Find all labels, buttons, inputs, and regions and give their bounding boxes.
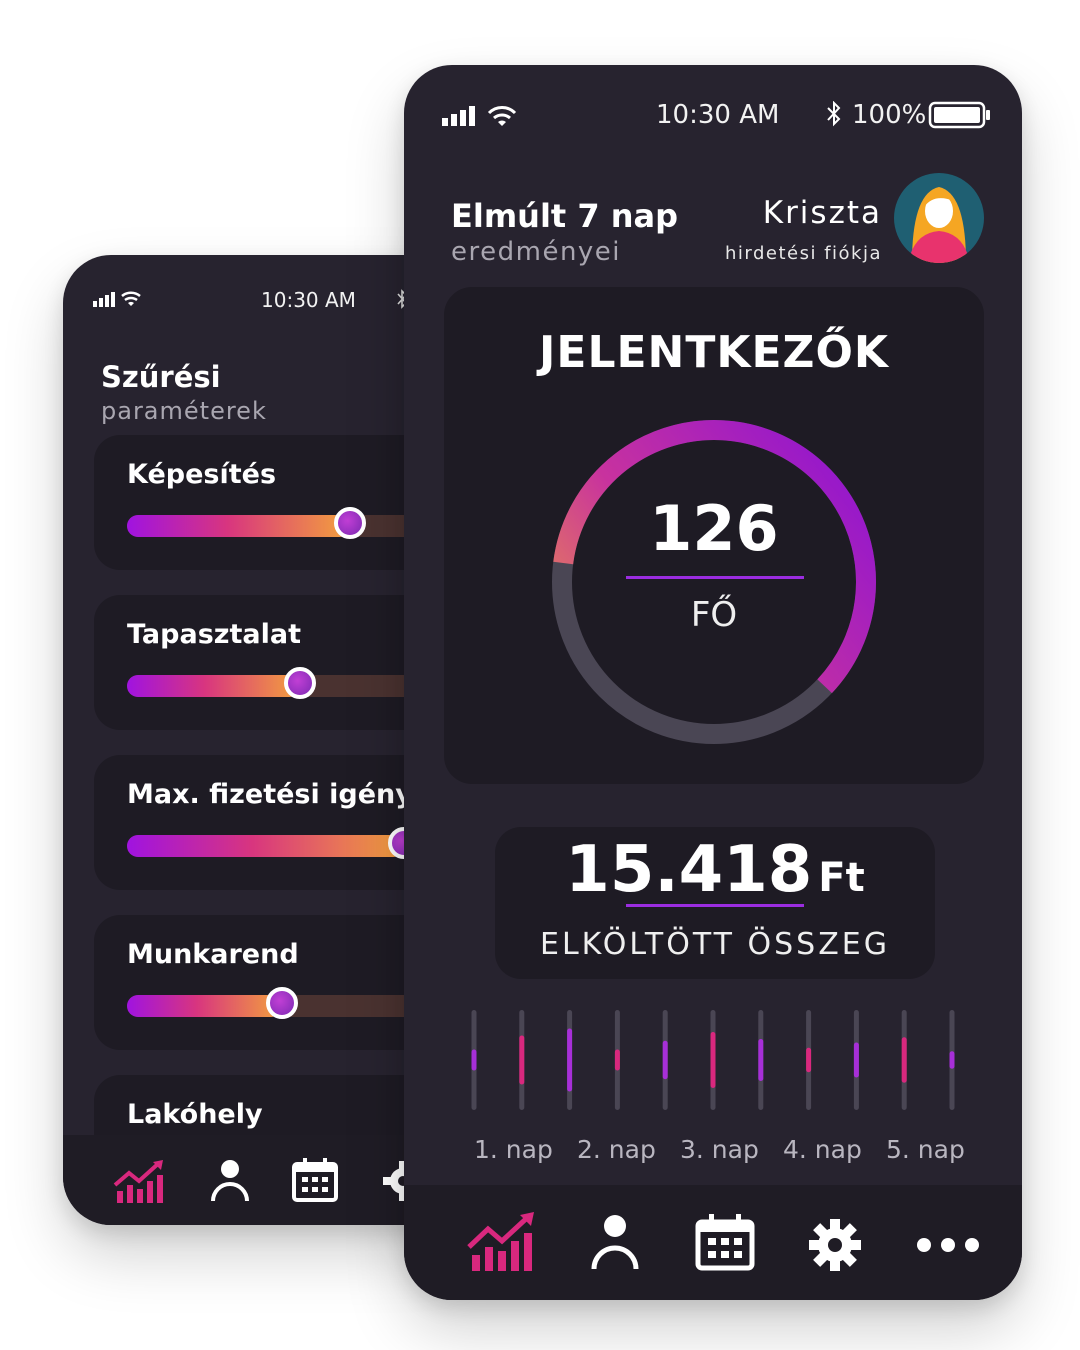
day-bar [710, 1032, 716, 1088]
slider-fill [127, 995, 282, 1017]
account-label: hirdetési fiókja [724, 243, 882, 264]
filter-label: Lakóhely [127, 1099, 263, 1130]
day-label: 3. nap [680, 1135, 759, 1164]
spent-card: 15.418 Ft ELKÖLTÖTT ÖSSZEG [495, 827, 935, 979]
user-name: Kriszta [762, 195, 882, 231]
day-bar [614, 1049, 620, 1071]
day-label: 2. nap [577, 1135, 656, 1164]
applicants-progress-ring [552, 420, 876, 744]
signal-wifi-icon [93, 291, 141, 307]
daily-bars [471, 1010, 955, 1110]
page-title: Szűrési [101, 360, 221, 394]
page-title: Elmúlt 7 nap [451, 197, 679, 235]
slider-fill [127, 835, 405, 857]
chart-icon[interactable] [113, 1159, 169, 1205]
page-subtitle: paraméterek [101, 397, 267, 425]
slider-fill [127, 515, 351, 537]
day-label: 1. nap [474, 1135, 553, 1164]
user-icon[interactable] [590, 1211, 640, 1271]
results-screen-phone: 10:30 AM 100% Elmúlt 7 nap eredményei Kr… [404, 65, 1022, 1300]
gear-icon[interactable] [807, 1217, 863, 1273]
filter-label: Munkarend [127, 939, 299, 970]
spent-label: ELKÖLTÖTT ÖSSZEG [540, 927, 890, 962]
divider [626, 576, 804, 579]
ring-progress [552, 420, 876, 744]
day-label: 4. nap [783, 1135, 862, 1164]
bluetooth-icon [827, 101, 841, 127]
chart-icon[interactable] [466, 1211, 542, 1273]
applicants-heading: JELENTKEZŐK [539, 327, 889, 378]
filter-label: Max. fizetési igény [127, 779, 413, 810]
day-bar [519, 1035, 525, 1085]
slider-fill [127, 675, 300, 697]
status-bar [93, 288, 153, 310]
day-bar [901, 1037, 907, 1083]
battery-percent: 100% [852, 100, 927, 130]
day-label: 5. nap [886, 1135, 965, 1164]
filter-label: Képesítés [127, 459, 277, 490]
spent-amount-row: 15.418 Ft [495, 833, 935, 907]
user-icon[interactable] [210, 1157, 250, 1203]
day-bar [949, 1051, 955, 1069]
slider-thumb[interactable] [265, 987, 298, 1019]
applicant-count: 126 [649, 492, 779, 565]
applicants-card: JELENTKEZŐK 126 FŐ [444, 287, 984, 784]
day-bar [806, 1047, 812, 1073]
battery-icon [928, 101, 990, 129]
applicant-unit: FŐ [690, 595, 738, 635]
filter-label: Tapasztalat [127, 619, 301, 650]
day-bar [853, 1042, 859, 1078]
divider [626, 904, 804, 907]
day-bar [471, 1049, 477, 1071]
slider-thumb[interactable] [283, 667, 316, 699]
spent-amount: 15.418 [565, 833, 813, 907]
day-bar [758, 1039, 764, 1081]
slider-thumb[interactable] [334, 507, 367, 539]
bottom-nav [404, 1185, 1022, 1300]
calendar-icon[interactable] [291, 1157, 339, 1203]
day-bar [567, 1028, 573, 1092]
calendar-icon[interactable] [694, 1213, 756, 1271]
status-time: 10:30 AM [261, 288, 356, 312]
signal-wifi-icon [442, 106, 517, 126]
more-icon[interactable] [916, 1237, 980, 1253]
avatar[interactable] [894, 173, 984, 263]
status-time: 10:30 AM [656, 100, 780, 130]
avatar-person-icon [908, 187, 970, 263]
spent-currency: Ft [818, 855, 865, 901]
page-subtitle: eredményei [451, 237, 622, 267]
day-bar [662, 1040, 668, 1080]
